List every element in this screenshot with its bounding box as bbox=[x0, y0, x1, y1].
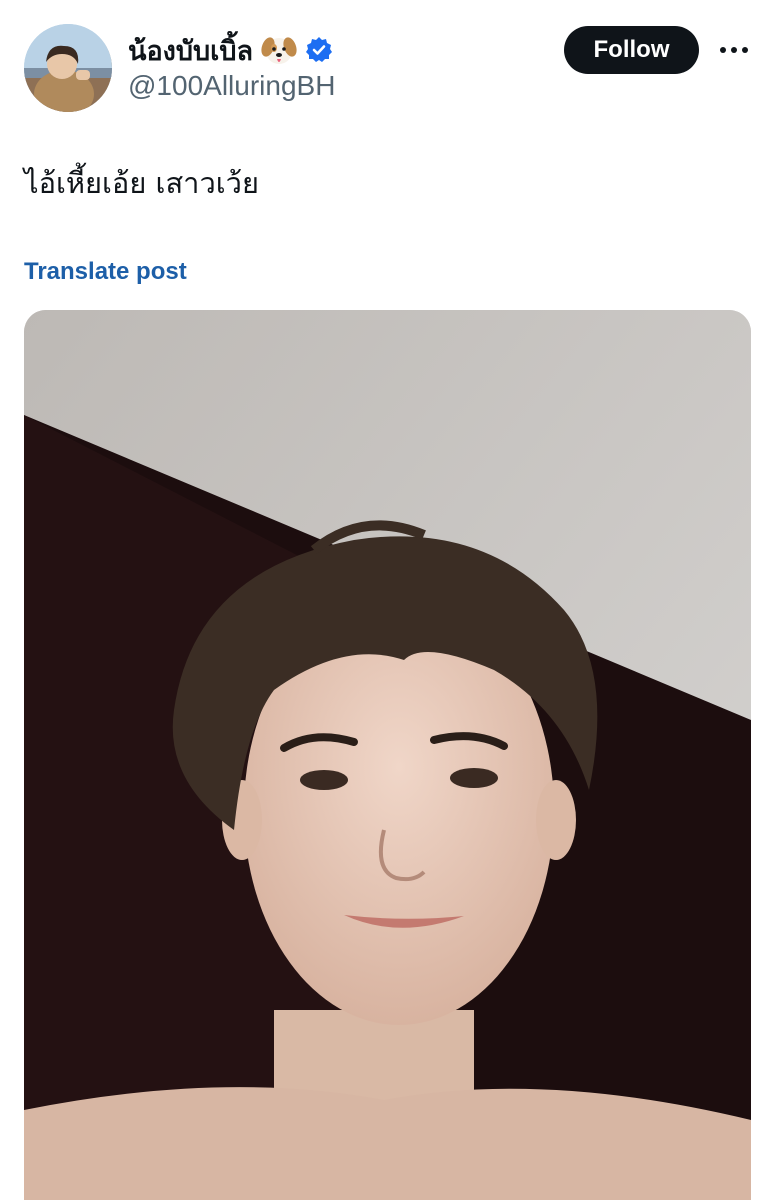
user-handle[interactable]: @100AlluringBH bbox=[128, 70, 335, 102]
post-text: ไอ้เหี้ยเอ้ย เสาวเว้ย bbox=[24, 166, 259, 200]
dog-face-icon bbox=[261, 37, 297, 64]
more-horizontal-icon bbox=[720, 47, 748, 53]
post-image[interactable] bbox=[24, 310, 751, 1200]
follow-button[interactable]: Follow bbox=[564, 26, 699, 74]
display-name[interactable]: น้องบับเบิ้ล bbox=[128, 29, 253, 72]
avatar-image bbox=[24, 24, 112, 112]
more-button[interactable] bbox=[716, 32, 752, 68]
post: น้องบับเบิ้ล @100AlluringBH Follow ไอ้เห… bbox=[0, 0, 775, 1200]
translate-post-link[interactable]: Translate post bbox=[24, 258, 187, 286]
selfie-photo bbox=[24, 310, 751, 1200]
avatar[interactable] bbox=[24, 24, 112, 112]
name-row: น้องบับเบิ้ล bbox=[128, 30, 333, 70]
verified-badge-icon bbox=[306, 37, 333, 62]
